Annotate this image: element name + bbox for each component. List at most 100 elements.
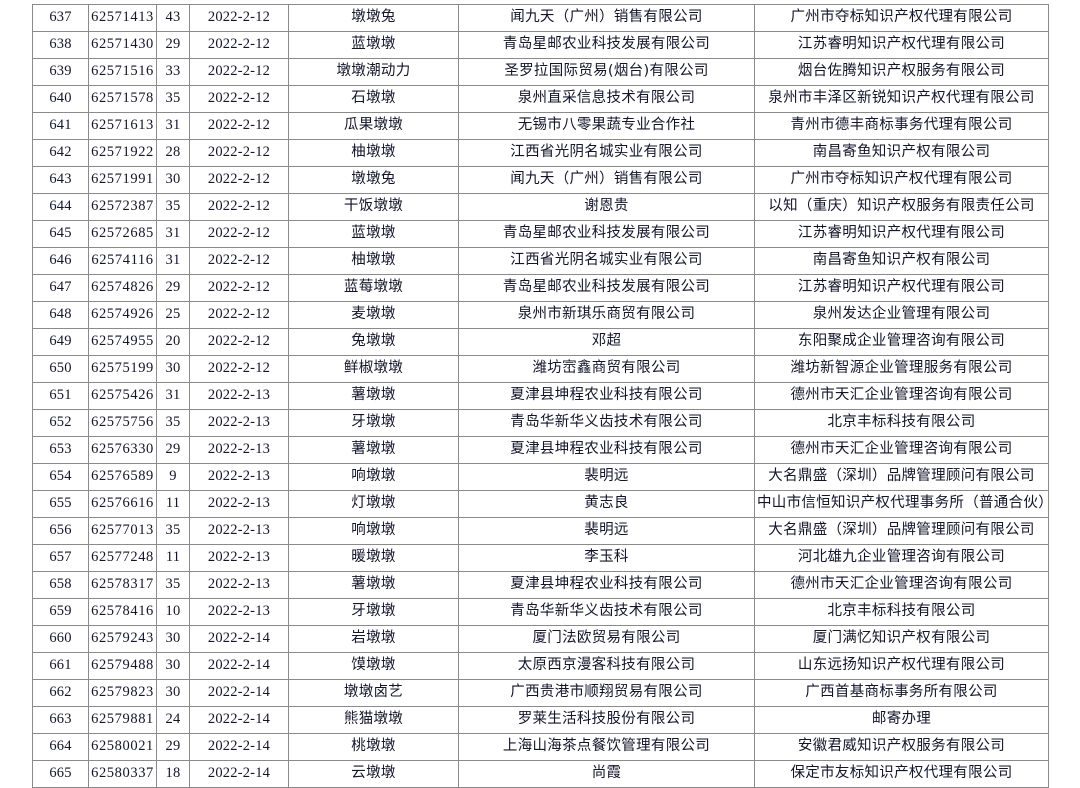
table-row: 644 62572387 35 2022-2-12 干饭墩墩 谢恩贵 以知（重庆）知识产权服… <box>32 193 1049 221</box>
cell-class: 43 <box>156 4 190 32</box>
cell-agency: 山东远扬知识产权代理有限公司 <box>754 652 1049 680</box>
cell-trademark-name: 石墩墩 <box>288 85 459 113</box>
cell-applicant: 江西省光阴名城实业有限公司 <box>458 139 755 167</box>
cell-class: 10 <box>156 598 190 626</box>
cell-applicant: 裴明远 <box>458 517 755 545</box>
cell-class: 35 <box>156 85 190 113</box>
cell-agency: 江苏睿明知识产权代理有限公司 <box>754 220 1049 248</box>
cell-sequence-number: 659 <box>32 598 89 626</box>
table-row: 643 62571991 30 2022-2-12 墩墩兔 闻九天（广州）销售有限公司 广州… <box>32 166 1049 194</box>
cell-trademark-name: 墩墩潮动力 <box>288 58 459 86</box>
cell-application-date: 2022-2-14 <box>189 652 289 680</box>
cell-applicant: 厦门法欧贸易有限公司 <box>458 625 755 653</box>
cell-application-date: 2022-2-12 <box>189 4 289 32</box>
table-row: 649 62574955 20 2022-2-12 兔墩墩 邓超 东阳聚成企业管理咨询有限公… <box>32 328 1049 356</box>
cell-applicant: 黄志良 <box>458 490 755 518</box>
cell-application-date: 2022-2-13 <box>189 490 289 518</box>
trademark-table: 637 62571413 43 2022-2-12 墩墩兔 闻九天（广州）销售有限公司 广州… <box>32 4 1049 788</box>
cell-registration-number: 62571578 <box>88 85 157 113</box>
cell-class: 31 <box>156 382 190 410</box>
cell-trademark-name: 馍墩墩 <box>288 652 459 680</box>
cell-registration-number: 62578416 <box>88 598 157 626</box>
cell-registration-number: 62577013 <box>88 517 157 545</box>
cell-sequence-number: 637 <box>32 4 89 32</box>
table-row: 651 62575426 31 2022-2-13 薯墩墩 夏津县坤程农业科技有限公司 德州… <box>32 382 1049 410</box>
cell-registration-number: 62579823 <box>88 679 157 707</box>
cell-registration-number: 62575199 <box>88 355 157 383</box>
cell-class: 35 <box>156 571 190 599</box>
cell-trademark-name: 墩墩卤艺 <box>288 679 459 707</box>
cell-sequence-number: 665 <box>32 760 89 788</box>
cell-class: 31 <box>156 220 190 248</box>
cell-agency: 邮寄办理 <box>754 706 1049 734</box>
cell-registration-number: 62572387 <box>88 193 157 221</box>
cell-trademark-name: 薯墩墩 <box>288 382 459 410</box>
cell-application-date: 2022-2-13 <box>189 382 289 410</box>
cell-applicant: 夏津县坤程农业科技有限公司 <box>458 571 755 599</box>
cell-sequence-number: 647 <box>32 274 89 302</box>
cell-applicant: 上海山海茶点餐饮管理有限公司 <box>458 733 755 761</box>
cell-registration-number: 62574826 <box>88 274 157 302</box>
cell-class: 35 <box>156 517 190 545</box>
cell-applicant: 青岛星邮农业科技发展有限公司 <box>458 274 755 302</box>
cell-applicant: 青岛星邮农业科技发展有限公司 <box>458 31 755 59</box>
cell-agency: 江苏睿明知识产权代理有限公司 <box>754 31 1049 59</box>
cell-sequence-number: 652 <box>32 409 89 437</box>
cell-sequence-number: 644 <box>32 193 89 221</box>
cell-class: 30 <box>156 355 190 383</box>
cell-sequence-number: 657 <box>32 544 89 572</box>
cell-registration-number: 62575756 <box>88 409 157 437</box>
cell-sequence-number: 640 <box>32 85 89 113</box>
cell-application-date: 2022-2-12 <box>189 355 289 383</box>
table-row: 661 62579488 30 2022-2-14 馍墩墩 太原西京漫客科技有限公司 山东远… <box>32 652 1049 680</box>
table-row: 655 62576616 11 2022-2-13 灯墩墩 黄志良 中山市信恒知识产权代理事… <box>32 490 1049 518</box>
cell-agency: 东阳聚成企业管理咨询有限公司 <box>754 328 1049 356</box>
cell-applicant: 闻九天（广州）销售有限公司 <box>458 166 755 194</box>
table-row: 650 62575199 30 2022-2-12 鲜椒墩墩 潍坊崈鑫商贸有限公司 潍坊新智… <box>32 355 1049 383</box>
cell-application-date: 2022-2-12 <box>189 193 289 221</box>
cell-registration-number: 62578317 <box>88 571 157 599</box>
cell-applicant: 泉州直采信息技术有限公司 <box>458 85 755 113</box>
cell-application-date: 2022-2-12 <box>189 247 289 275</box>
cell-agency: 广州市夺标知识产权代理有限公司 <box>754 4 1049 32</box>
cell-sequence-number: 658 <box>32 571 89 599</box>
cell-application-date: 2022-2-14 <box>189 679 289 707</box>
cell-application-date: 2022-2-14 <box>189 625 289 653</box>
cell-applicant: 太原西京漫客科技有限公司 <box>458 652 755 680</box>
cell-registration-number: 62571922 <box>88 139 157 167</box>
cell-applicant: 广西贵港市顺翔贸易有限公司 <box>458 679 755 707</box>
cell-sequence-number: 653 <box>32 436 89 464</box>
cell-agency: 江苏睿明知识产权代理有限公司 <box>754 274 1049 302</box>
cell-registration-number: 62576616 <box>88 490 157 518</box>
cell-registration-number: 62571613 <box>88 112 157 140</box>
cell-agency: 南昌寄鱼知识产权有限公司 <box>754 247 1049 275</box>
cell-class: 11 <box>156 490 190 518</box>
cell-class: 24 <box>156 706 190 734</box>
cell-sequence-number: 661 <box>32 652 89 680</box>
table-row: 646 62574116 31 2022-2-12 柚墩墩 江西省光阴名城实业有限公司 南昌… <box>32 247 1049 275</box>
cell-trademark-name: 熊猫墩墩 <box>288 706 459 734</box>
cell-agency: 德州市天汇企业管理咨询有限公司 <box>754 436 1049 464</box>
table-body: 637 62571413 43 2022-2-12 墩墩兔 闻九天（广州）销售有限公司 广州… <box>32 4 1049 788</box>
cell-class: 35 <box>156 409 190 437</box>
cell-applicant: 闻九天（广州）销售有限公司 <box>458 4 755 32</box>
cell-trademark-name: 响墩墩 <box>288 463 459 491</box>
cell-application-date: 2022-2-12 <box>189 328 289 356</box>
cell-registration-number: 62579243 <box>88 625 157 653</box>
table-row: 652 62575756 35 2022-2-13 牙墩墩 青岛华新华义齿技术有限公司 北京… <box>32 409 1049 437</box>
cell-sequence-number: 655 <box>32 490 89 518</box>
cell-sequence-number: 650 <box>32 355 89 383</box>
cell-applicant: 青岛星邮农业科技发展有限公司 <box>458 220 755 248</box>
cell-sequence-number: 664 <box>32 733 89 761</box>
table-row: 662 62579823 30 2022-2-14 墩墩卤艺 广西贵港市顺翔贸易有限公司广… <box>32 679 1049 707</box>
cell-application-date: 2022-2-14 <box>189 706 289 734</box>
cell-sequence-number: 646 <box>32 247 89 275</box>
table-row: 663 62579881 24 2022-2-14 熊猫墩墩 罗莱生活科技股份有限公司 邮寄… <box>32 706 1049 734</box>
table-row: 645 62572685 31 2022-2-12 蓝墩墩 青岛星邮农业科技发展有限公司江… <box>32 220 1049 248</box>
cell-registration-number: 62574955 <box>88 328 157 356</box>
cell-sequence-number: 649 <box>32 328 89 356</box>
cell-sequence-number: 641 <box>32 112 89 140</box>
cell-application-date: 2022-2-12 <box>189 274 289 302</box>
cell-applicant: 无锡市八零果蔬专业合作社 <box>458 112 755 140</box>
cell-agency: 北京丰标科技有限公司 <box>754 598 1049 626</box>
